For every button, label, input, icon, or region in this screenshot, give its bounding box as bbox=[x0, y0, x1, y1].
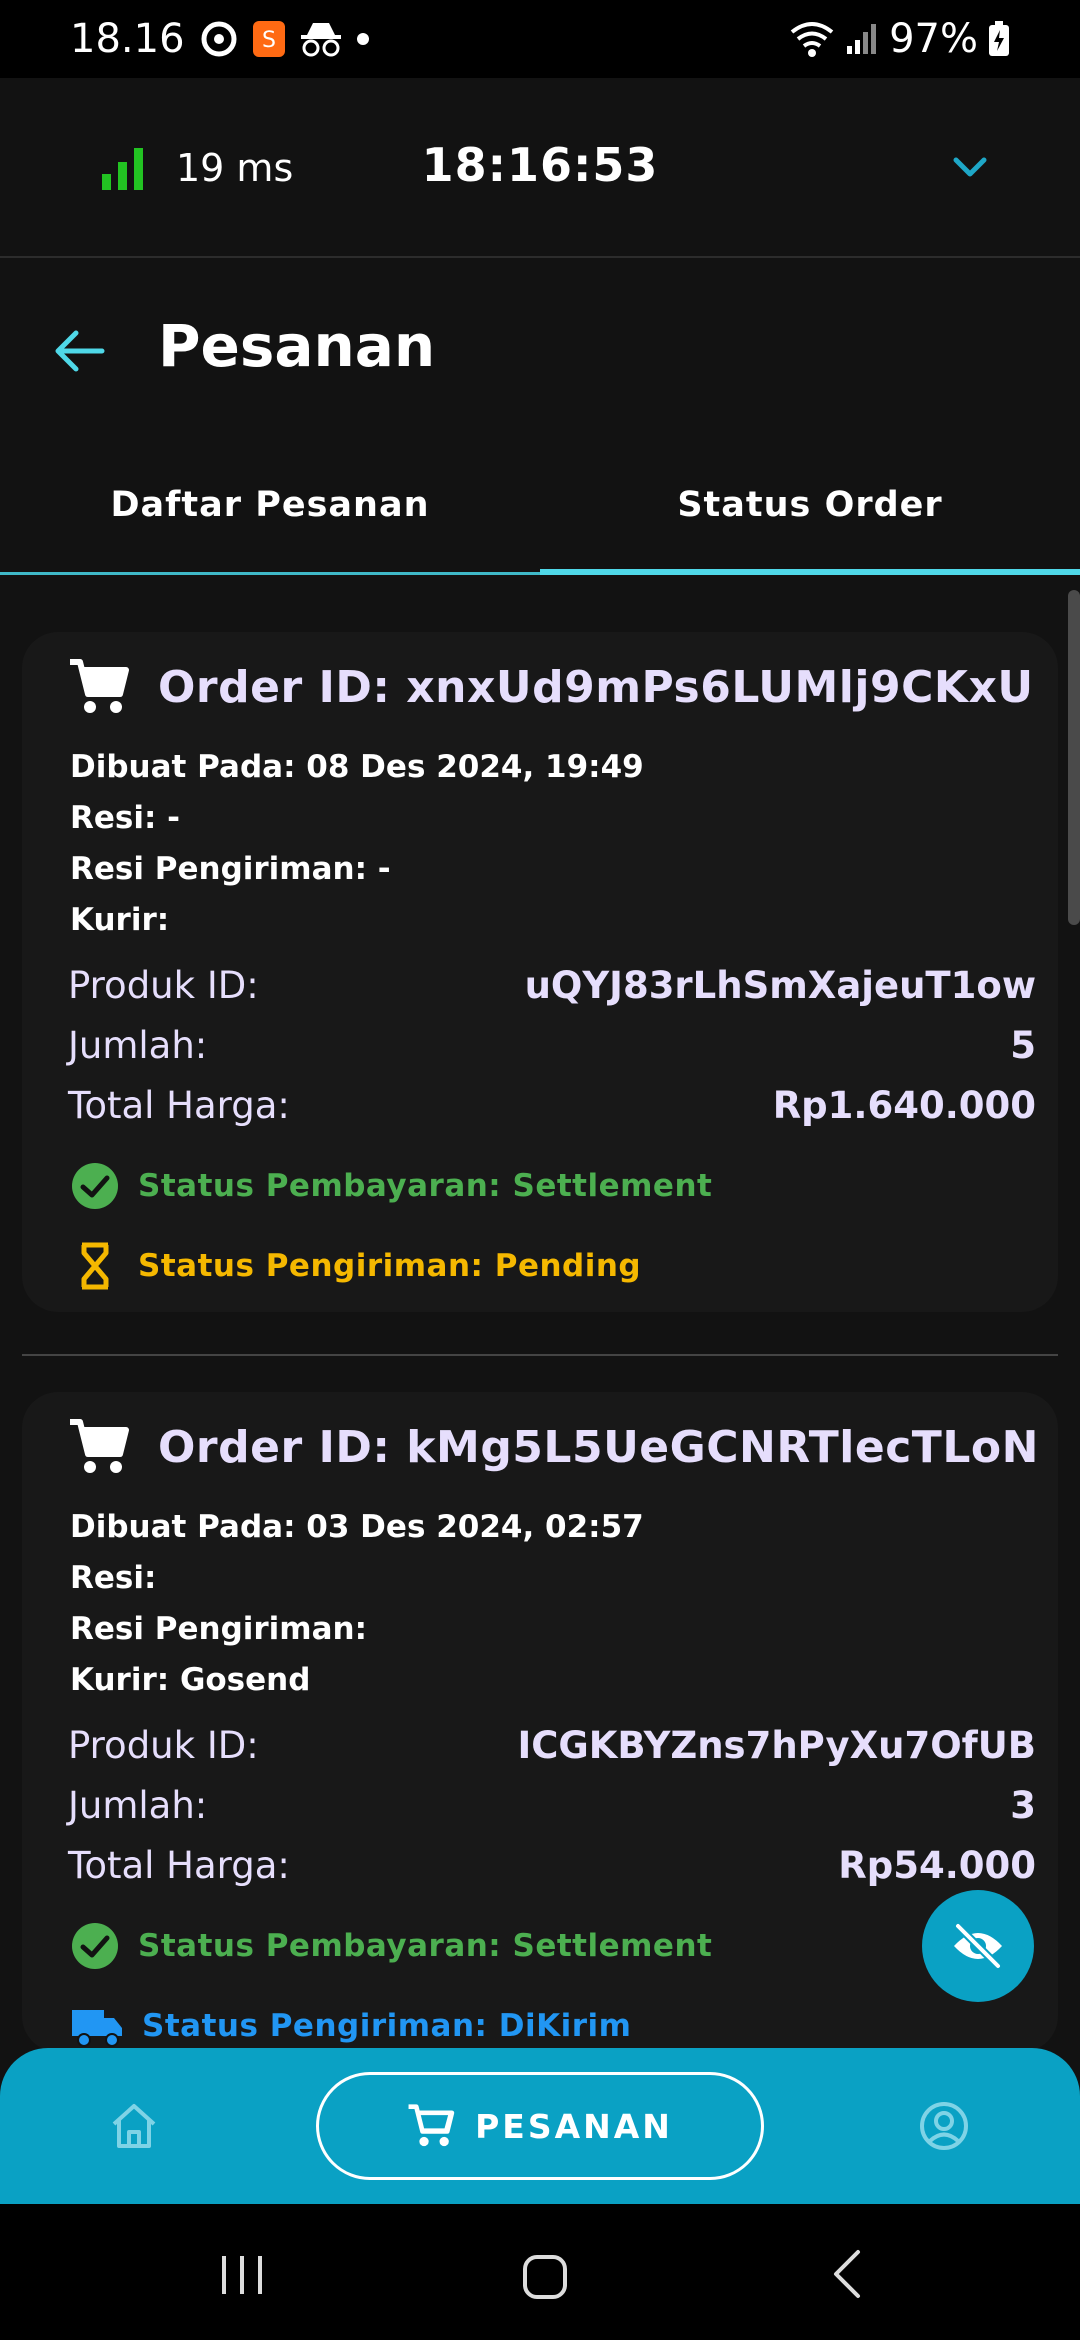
quantity-value: 5 bbox=[1010, 1024, 1036, 1067]
bottom-navigation: PESANAN bbox=[0, 2048, 1080, 2204]
clock: 18:16:53 bbox=[421, 138, 659, 192]
hourglass-icon bbox=[81, 1242, 109, 1290]
profile-icon[interactable] bbox=[918, 2100, 970, 2152]
tab-label: Status Order bbox=[677, 485, 943, 525]
notification-app-icon bbox=[201, 21, 237, 57]
order-id: Order ID: xnxUd9mPs6LUMlj9CKxU bbox=[158, 661, 1034, 713]
order-created: Dibuat Pada: 08 Des 2024, 19:49 bbox=[70, 749, 644, 785]
status-right: 97% bbox=[789, 16, 1010, 62]
order-resi-pengiriman: Resi Pengiriman: - bbox=[70, 851, 391, 887]
order-card: Order ID: xnxUd9mPs6LUMlj9CKxU Dibuat Pa… bbox=[22, 632, 1058, 1312]
quantity-value: 3 bbox=[1010, 1784, 1036, 1827]
arrow-left-icon[interactable] bbox=[52, 328, 106, 374]
product-id-value: ICGKBYZns7hPyXu7OfUB bbox=[517, 1724, 1036, 1767]
order-header: Order ID: xnxUd9mPs6LUMlj9CKxU bbox=[68, 632, 1058, 742]
connection-info-bar: 19 ms 18:16:53 bbox=[0, 78, 1080, 258]
tab-label: Daftar Pesanan bbox=[110, 485, 430, 525]
tab-daftar-pesanan[interactable]: Daftar Pesanan bbox=[0, 455, 540, 575]
quantity-label: Jumlah: bbox=[68, 1784, 208, 1827]
order-id: Order ID: kMg5L5UeGCNRTlecTLoN bbox=[158, 1421, 1039, 1473]
cart-icon bbox=[70, 1419, 129, 1473]
quantity-row: Jumlah: 3 bbox=[68, 1776, 1036, 1836]
scrollbar[interactable] bbox=[1068, 590, 1080, 925]
hide-toggle-button[interactable] bbox=[922, 1890, 1034, 2002]
quantity-row: Jumlah: 5 bbox=[68, 1016, 1036, 1076]
product-id-row: Produk ID: ICGKBYZns7hPyXu7OfUB bbox=[68, 1716, 1036, 1776]
check-circle-icon bbox=[72, 1923, 118, 1969]
order-divider bbox=[22, 1354, 1058, 1356]
incognito-icon bbox=[300, 23, 341, 57]
tab-status-order[interactable]: Status Order bbox=[540, 455, 1080, 575]
order-meta: Dibuat Pada: 03 Des 2024, 02:57 Resi: Re… bbox=[70, 1502, 1058, 1706]
product-id-value: uQYJ83rLhSmXajeuT1ow bbox=[524, 964, 1036, 1007]
total-value: Rp1.640.000 bbox=[772, 1084, 1036, 1127]
product-id-label: Produk ID: bbox=[68, 1724, 259, 1767]
payment-status: Status Pembayaran: Settlement bbox=[70, 1146, 1058, 1226]
check-circle-icon bbox=[72, 1163, 118, 1209]
eye-off-icon bbox=[954, 1923, 1002, 1969]
total-label: Total Harga: bbox=[68, 1084, 290, 1127]
quantity-label: Jumlah: bbox=[68, 1024, 208, 1067]
system-navigation-bar bbox=[0, 2204, 1080, 2340]
shipping-status-text: Status Pengiriman: Pending bbox=[138, 1248, 642, 1284]
payment-status-text: Status Pembayaran: Settlement bbox=[138, 1168, 713, 1204]
chevron-down-icon[interactable] bbox=[950, 150, 990, 186]
status-bar: 18.16 S 97% bbox=[0, 0, 1080, 78]
notification-shop-icon: S bbox=[252, 21, 285, 57]
tab-bar: Daftar Pesanan Status Order bbox=[0, 455, 1080, 575]
order-resi: Resi: bbox=[70, 1560, 157, 1596]
order-kurir: Kurir: bbox=[70, 902, 170, 938]
page-header: Pesanan bbox=[0, 260, 1080, 440]
product-id-row: Produk ID: uQYJ83rLhSmXajeuT1ow bbox=[68, 956, 1036, 1016]
status-time: 18.16 bbox=[70, 16, 185, 62]
svg-text:S: S bbox=[262, 28, 276, 53]
cell-signal-icon bbox=[847, 24, 877, 54]
order-kurir: Kurir: Gosend bbox=[70, 1662, 311, 1698]
page-title: Pesanan bbox=[158, 312, 436, 380]
order-header: Order ID: kMg5L5UeGCNRTlecTLoN bbox=[68, 1392, 1058, 1502]
system-back-icon[interactable] bbox=[830, 2248, 862, 2300]
notification-dot bbox=[356, 33, 369, 45]
recent-apps-icon[interactable] bbox=[220, 2254, 264, 2296]
tab-indicator bbox=[0, 572, 540, 575]
order-meta: Dibuat Pada: 08 Des 2024, 19:49 Resi: - … bbox=[70, 742, 1058, 946]
order-resi-pengiriman: Resi Pengiriman: bbox=[70, 1611, 367, 1647]
total-value: Rp54.000 bbox=[838, 1844, 1036, 1887]
tab-indicator-active bbox=[540, 569, 1080, 575]
battery-percent: 97% bbox=[889, 16, 978, 62]
shipping-status: Status Pengiriman: Pending bbox=[70, 1226, 1058, 1306]
product-id-label: Produk ID: bbox=[68, 964, 259, 1007]
cart-icon bbox=[408, 2104, 455, 2147]
total-row: Total Harga: Rp54.000 bbox=[68, 1836, 1036, 1896]
payment-status-text: Status Pembayaran: Settlement bbox=[138, 1928, 713, 1964]
order-resi: Resi: - bbox=[70, 800, 181, 836]
status-notification-icons: S bbox=[199, 19, 343, 59]
payment-status: Status Pembayaran: Settlement bbox=[70, 1906, 1058, 1986]
cart-icon bbox=[70, 659, 129, 713]
battery-charging-icon bbox=[989, 21, 1009, 56]
total-label: Total Harga: bbox=[68, 1844, 290, 1887]
order-card: Order ID: kMg5L5UeGCNRTlecTLoN Dibuat Pa… bbox=[22, 1392, 1058, 2052]
total-row: Total Harga: Rp1.640.000 bbox=[68, 1076, 1036, 1136]
nav-pesanan-label: PESANAN bbox=[475, 2106, 673, 2146]
truck-icon bbox=[72, 2010, 122, 2047]
home-icon[interactable] bbox=[108, 2102, 160, 2150]
order-created: Dibuat Pada: 03 Des 2024, 02:57 bbox=[70, 1509, 644, 1545]
shipping-status-text: Status Pengiriman: DiKirim bbox=[142, 2008, 632, 2044]
wifi-icon bbox=[790, 22, 834, 57]
nav-pesanan-button[interactable]: PESANAN bbox=[316, 2072, 764, 2180]
system-home-icon[interactable] bbox=[522, 2254, 568, 2300]
